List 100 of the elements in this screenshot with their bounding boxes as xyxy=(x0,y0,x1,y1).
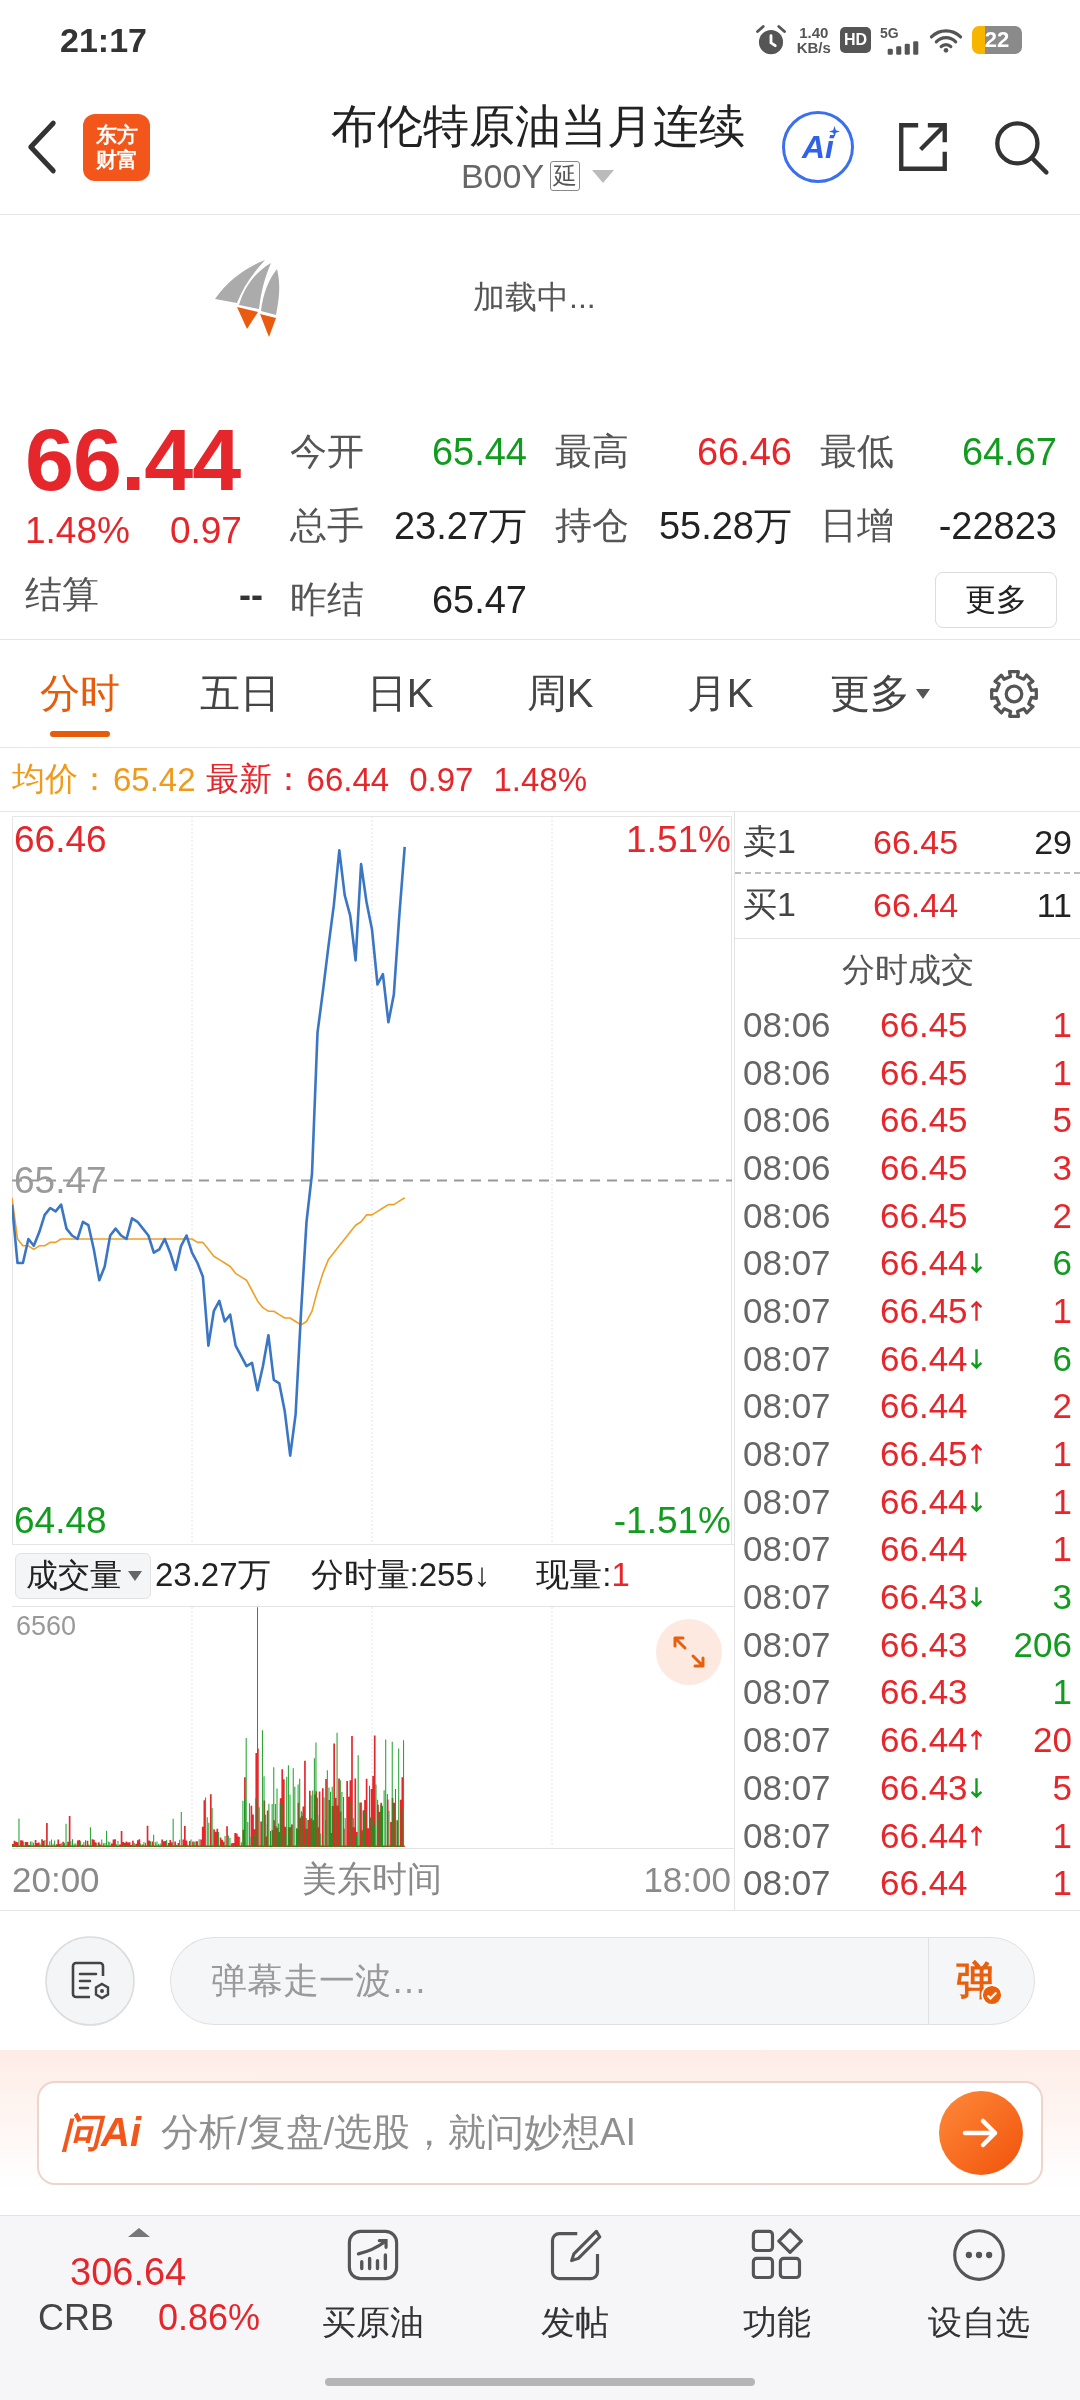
trade-price: 66.45 xyxy=(880,1195,968,1236)
expand-icon[interactable] xyxy=(656,1619,722,1685)
network-speed-unit: KB/s xyxy=(796,40,831,55)
trade-time: 08:07 xyxy=(743,1243,832,1284)
comment-field[interactable]: 弹幕走一波… xyxy=(170,1936,928,2025)
stat-value: 64.67 xyxy=(961,430,1057,474)
trade-time: 08:06 xyxy=(743,1195,832,1236)
trade-time: 08:06 xyxy=(743,1004,832,1045)
chart-tab[interactable]: 周K xyxy=(480,640,640,747)
app-logo: 东方财富 xyxy=(83,113,150,181)
back-icon[interactable] xyxy=(25,119,59,175)
trade-volume: 6 xyxy=(1052,1338,1072,1379)
trade-price: 66.44 xyxy=(880,1529,968,1570)
order-volume: 11 xyxy=(1036,885,1072,925)
stat-value: -22823 xyxy=(938,504,1057,548)
trade-price: 66.45 xyxy=(880,1290,968,1331)
axis-price-label: 66.46 xyxy=(14,818,107,863)
change-amount: 0.97 xyxy=(169,509,242,553)
alarm-icon xyxy=(753,23,788,57)
nav-item[interactable]: 设自选 xyxy=(878,2216,1080,2346)
trade-volume: 206 xyxy=(1013,1624,1072,1665)
trade-price: 66.45 xyxy=(880,1052,968,1093)
search-icon[interactable] xyxy=(992,118,1050,176)
order-level-label: 卖1 xyxy=(743,821,797,862)
index-change: 0.86% xyxy=(158,2296,261,2340)
stat-value: 65.44 xyxy=(431,430,527,474)
chart-tab[interactable]: 五日 xyxy=(160,640,320,747)
chart-icon xyxy=(345,2228,401,2282)
trade-volume: 1 xyxy=(1052,1815,1072,1856)
arrow-right-icon[interactable] xyxy=(939,2090,1023,2175)
trade-volume: 2 xyxy=(1052,1386,1072,1427)
stat-value: 55.28万 xyxy=(658,503,792,549)
loading-text: 加载中... xyxy=(473,277,596,317)
trade-time: 08:07 xyxy=(743,1767,832,1808)
trade-price: 66.45 xyxy=(880,1434,968,1475)
danmaku-settings-icon[interactable] xyxy=(45,1935,135,2026)
stat-value: 65.47 xyxy=(431,578,527,622)
status-time: 21:17 xyxy=(60,20,147,60)
nav-item[interactable]: 买原油 xyxy=(272,2216,474,2346)
trade-time: 08:07 xyxy=(743,1577,832,1618)
chart-tab[interactable]: 更多 xyxy=(800,640,960,747)
trade-time: 08:07 xyxy=(743,1815,832,1856)
last-price: 66.44 xyxy=(25,417,242,503)
trade-time: 08:07 xyxy=(743,1434,832,1475)
stat-value: 23.27万 xyxy=(393,503,527,549)
axis-time-label: 20:00 xyxy=(12,1859,100,1900)
trade-price: 66.44 xyxy=(880,1243,968,1284)
trade-time: 08:07 xyxy=(743,1338,832,1379)
delay-tag: 延 xyxy=(550,161,581,191)
stat-label: 日增 xyxy=(820,504,894,548)
ai-button[interactable]: Ai xyxy=(782,111,854,183)
trade-volume: 1 xyxy=(1052,1434,1072,1475)
change-percent: 1.48% xyxy=(25,509,130,553)
trade-time: 08:07 xyxy=(743,1386,832,1427)
trade-price: 66.45 xyxy=(880,1004,968,1045)
indicator-dropdown[interactable]: 成交量 xyxy=(15,1552,151,1599)
stat-label: 最高 xyxy=(555,430,629,474)
index-name: CRB xyxy=(38,2296,114,2340)
chart-tab[interactable]: 月K xyxy=(640,640,800,747)
caret-icon xyxy=(916,688,930,699)
wifi-icon xyxy=(929,27,963,53)
stat-value: -- xyxy=(239,573,263,617)
stat-label: 昨结 xyxy=(290,578,364,622)
trade-time: 08:07 xyxy=(743,1529,832,1570)
latest-price: 66.44 xyxy=(306,760,390,799)
settings-icon[interactable] xyxy=(988,667,1040,720)
more-button[interactable]: 更多 xyxy=(935,572,1057,628)
trade-volume: 1 xyxy=(1052,1052,1072,1093)
grid-icon xyxy=(749,2228,805,2282)
stat-label: 最低 xyxy=(820,430,894,474)
trade-price: 66.43 xyxy=(880,1577,968,1618)
trade-price: 66.44 xyxy=(880,1863,968,1904)
sparkle-icon xyxy=(829,126,840,137)
trade-volume: 1 xyxy=(1052,1481,1072,1522)
trades-title: 分时成交 xyxy=(840,949,975,990)
caret-up-icon[interactable] xyxy=(128,2228,150,2237)
trade-volume: 5 xyxy=(1052,1100,1072,1141)
more-icon xyxy=(951,2228,1007,2282)
ai-prompt-field[interactable]: 分析/复盘/选股，就问妙想AI xyxy=(161,2111,929,2154)
trade-volume: 1 xyxy=(1052,1529,1072,1570)
trade-price: 66.44 xyxy=(880,1481,968,1522)
trade-time: 08:06 xyxy=(743,1052,832,1093)
stat-label: 今开 xyxy=(290,430,364,474)
chart-tab[interactable]: 分时 xyxy=(0,640,160,747)
trade-volume: 20 xyxy=(1033,1720,1072,1761)
trade-time: 08:07 xyxy=(743,1481,832,1522)
ai-logo: 问Ai xyxy=(61,2109,141,2156)
stat-label: 结算 xyxy=(25,573,99,617)
trade-volume: 1 xyxy=(1052,1863,1072,1904)
change-percent: 1.48% xyxy=(493,760,587,799)
signal-icon xyxy=(886,40,920,55)
trade-time: 08:07 xyxy=(743,1290,832,1331)
latest-price-label: 最新： xyxy=(205,759,305,799)
trade-price: 66.43 xyxy=(880,1624,968,1665)
nav-item[interactable]: 发帖 xyxy=(474,2216,676,2346)
nav-item[interactable]: 功能 xyxy=(676,2216,878,2346)
interval-volume: 分时量:255↓ xyxy=(310,1555,491,1595)
caret-icon xyxy=(128,1570,142,1581)
trade-time: 08:07 xyxy=(743,1624,832,1665)
chart-tab[interactable]: 日K xyxy=(320,640,480,747)
